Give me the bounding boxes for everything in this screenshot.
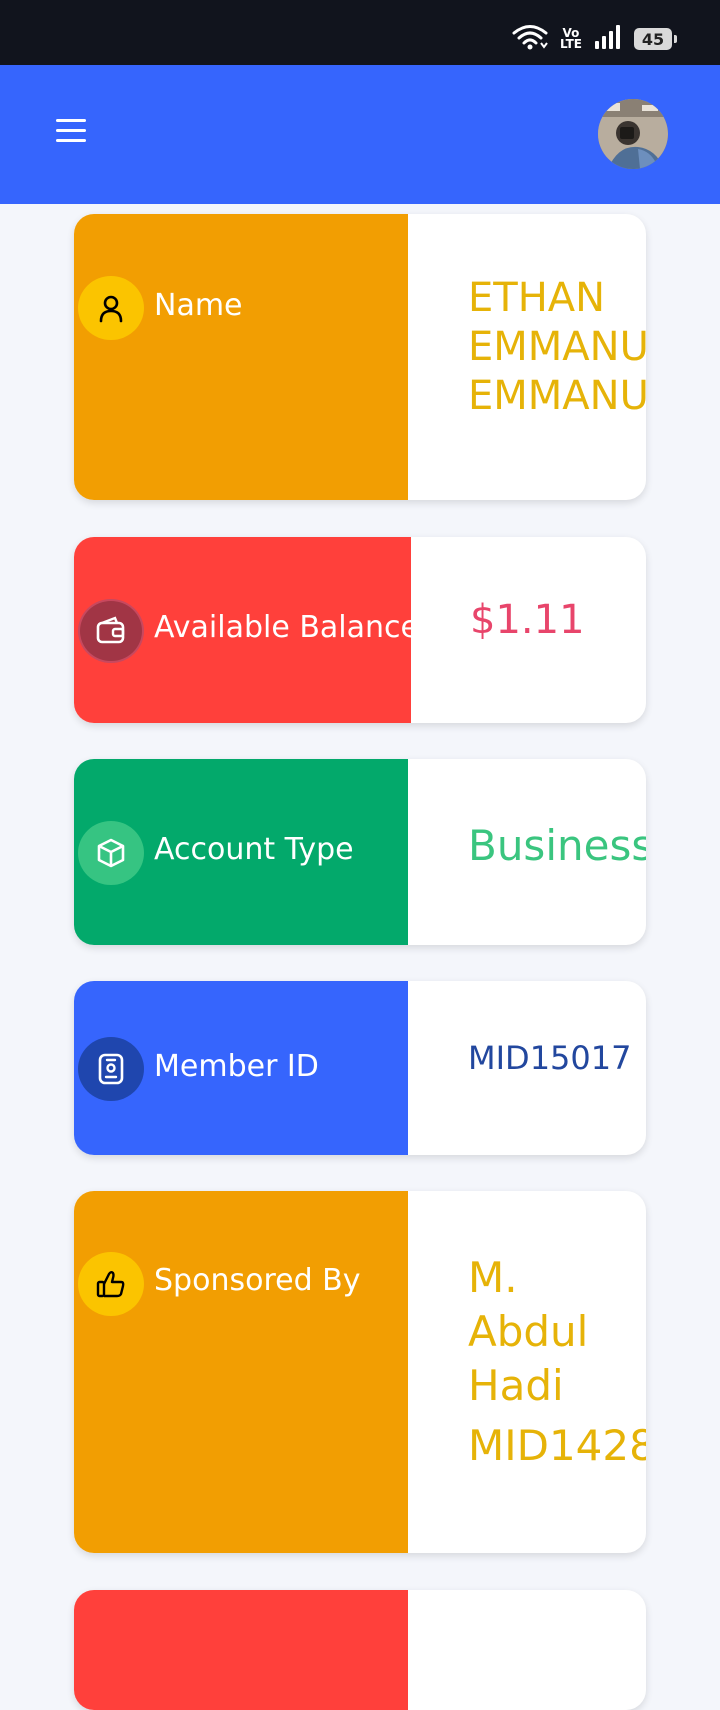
avatar[interactable] [598,99,668,169]
name-card-left [74,214,408,500]
user-icon [78,276,144,340]
battery-icon: 45 [634,28,677,50]
id-badge-icon [78,1037,144,1101]
name-card[interactable]: Name ETHAN EMMANU EMMANU [74,214,646,500]
member-id-card-label: Member ID [154,1049,319,1084]
name-card-value: ETHAN EMMANU EMMANU [468,274,646,421]
account-type-card-value: Business [468,821,646,870]
volte-indicator: Vo LTE [559,26,582,51]
account-type-card[interactable]: Account Type Business [74,759,646,945]
balance-card[interactable]: Available Balance $1.11 [74,537,646,723]
hamburger-menu-icon[interactable] [52,115,90,147]
sponsored-by-card-label: Sponsored By [154,1263,361,1298]
next-card-left [74,1590,408,1710]
signal-icon [594,25,622,53]
balance-card-label: Available Balance [154,610,419,645]
sponsor-name-line-1: M. [468,1253,518,1302]
status-bar: Vo LTE 45 [0,0,720,65]
sponsored-by-card[interactable]: Sponsored By M. Abdul Hadi MID14281 [74,1191,646,1553]
name-value-line-3: EMMANU [468,373,646,419]
name-value-line-1: ETHAN [468,275,606,321]
sponsored-by-card-left [74,1191,408,1553]
app-bar [0,65,720,204]
sponsored-by-card-value: M. Abdul Hadi MID14281 [468,1251,646,1473]
member-id-card-value: MID15017 [468,1039,632,1077]
thumbs-up-icon [78,1252,144,1316]
sponsor-name-line-2: Abdul [468,1307,589,1356]
wallet-icon [78,599,144,663]
name-value-line-2: EMMANU [468,324,646,370]
wifi-icon [512,24,548,54]
sponsor-name-line-3: Hadi [468,1361,564,1410]
package-icon [78,821,144,885]
name-card-label: Name [154,288,243,323]
account-type-card-label: Account Type [154,832,354,867]
status-icons: Vo LTE 45 [512,24,677,54]
sponsor-id: MID14281 [468,1421,646,1470]
member-id-card[interactable]: Member ID MID15017 [74,981,646,1155]
next-card-partial[interactable] [74,1590,646,1710]
balance-card-value: $1.11 [470,597,585,643]
